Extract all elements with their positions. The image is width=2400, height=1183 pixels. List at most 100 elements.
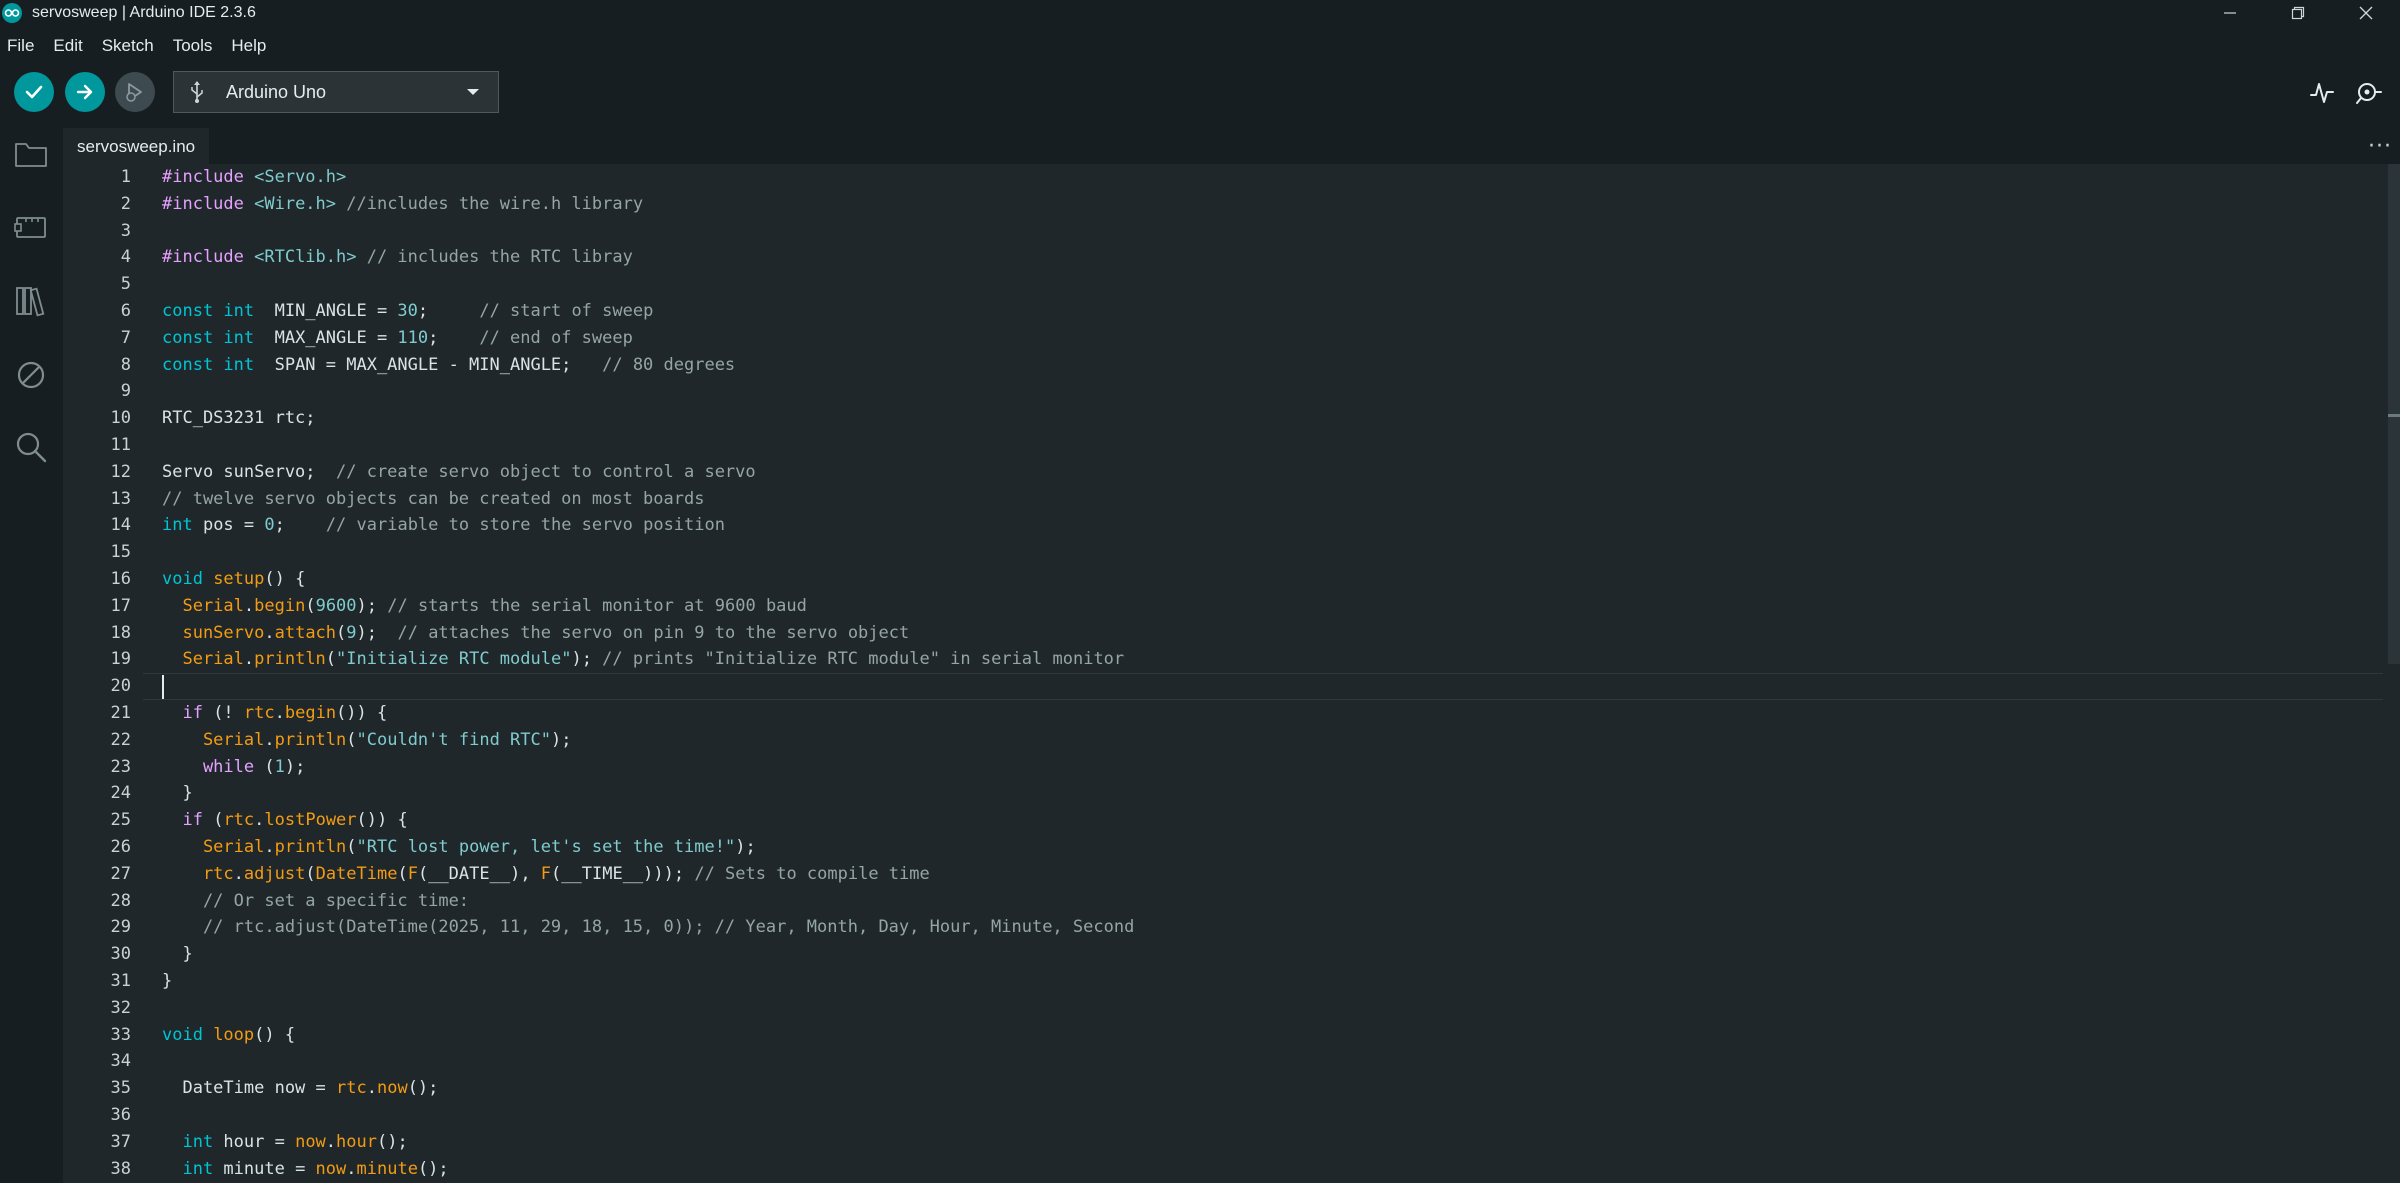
search-button[interactable] (12, 428, 50, 466)
line-number: 25 (110, 810, 131, 831)
ellipsis-icon: ··· (2368, 133, 2392, 159)
code-line: } (162, 780, 193, 807)
code-line: } (162, 968, 172, 995)
code-token: (); (377, 1131, 408, 1152)
debug-panel-button[interactable] (12, 356, 50, 394)
tab-label: servosweep.ino (77, 137, 196, 156)
code-token: } (162, 783, 193, 804)
code-token: ( (254, 756, 275, 777)
line-number-gutter: 1 2 3 4 5 6 7 8 9 10 11 12 13 14 15 16 17 18 19 20 21 22 23 24 2… (63, 164, 143, 1183)
code-token: DateTime (315, 863, 398, 884)
code-token: SPAN = MAX_ANGLE - MIN_ANGLE; (254, 354, 572, 375)
code-line: // rtc.adjust(DateTime(2025, 11, 29, 18,… (162, 914, 1134, 941)
code-token: // start of sweep (428, 301, 654, 321)
serial-monitor-button[interactable] (2354, 78, 2384, 108)
code-token: adjust (243, 863, 306, 884)
code-token: ); (356, 595, 378, 616)
menu-file[interactable]: File (7, 36, 34, 56)
code-token: rtc (336, 1078, 367, 1099)
line-number: 32 (110, 997, 131, 1018)
close-button[interactable] (2332, 0, 2400, 26)
code-line: const int MAX_ANGLE = 110; // end of swe… (162, 325, 633, 352)
line-number: 38 (110, 1158, 131, 1179)
code-token: ; (274, 515, 285, 536)
code-editor[interactable]: 1 2 3 4 5 6 7 8 9 10 11 12 13 14 15 16 17 18 19 20 21 22 23 24 2… (63, 164, 2400, 1183)
serial-plotter-button[interactable] (2307, 78, 2337, 108)
menu-help[interactable]: Help (231, 36, 266, 56)
code-token: . (264, 622, 275, 643)
upload-button[interactable] (65, 72, 105, 112)
minimize-icon (2224, 12, 2236, 14)
menu-sketch[interactable]: Sketch (102, 36, 154, 56)
line-number: 9 (120, 381, 131, 402)
sketchbook-button[interactable] (12, 135, 50, 173)
code-area[interactable]: #include <Servo.h> #include <Wire.h> //in… (162, 164, 2362, 1183)
code-token: <Wire.h> (254, 193, 337, 214)
code-token: int (162, 515, 193, 536)
code-token: println (254, 649, 326, 670)
code-token: setup (202, 569, 265, 589)
restore-icon (2291, 6, 2305, 20)
code-token: ( (305, 863, 316, 884)
code-token: attach (274, 622, 337, 643)
code-token: begin (254, 595, 306, 616)
line-number: 2 (120, 193, 131, 214)
code-token: ; (417, 301, 429, 321)
code-token: hour = (213, 1131, 296, 1152)
line-number: 31 (110, 971, 131, 991)
code-token: // attaches the servo on pin 9 to the se… (377, 622, 910, 643)
code-token: ( (305, 595, 316, 616)
code-token: // starts the serial monitor at 9600 bau… (377, 595, 807, 616)
tab-servosweep-ino[interactable]: servosweep.ino (63, 128, 210, 164)
folder-icon (15, 143, 47, 167)
line-number: 6 (120, 301, 131, 321)
minimize-button[interactable] (2196, 0, 2264, 26)
verify-button[interactable] (14, 72, 54, 112)
code-token: pos = (192, 515, 265, 536)
restore-button[interactable] (2264, 0, 2332, 26)
code-token: . (243, 595, 255, 616)
code-token: if (162, 703, 203, 723)
board-icon (14, 217, 46, 238)
code-token: ( (346, 729, 357, 750)
board-selector[interactable]: Arduino Uno (173, 71, 499, 113)
more-actions-button[interactable]: ··· (2366, 132, 2394, 160)
debug-button[interactable] (115, 72, 155, 112)
window-title: servosweep | Arduino IDE 2.3.6 (32, 4, 256, 21)
code-token: ); (356, 622, 378, 643)
code-line: int hour = now.hour(); (162, 1129, 408, 1156)
code-token: 110 (397, 327, 429, 348)
code-token: now (315, 1158, 347, 1179)
code-token: MIN_ANGLE = (254, 301, 398, 321)
text-cursor (162, 674, 164, 699)
boards-manager-button[interactable] (12, 208, 50, 246)
code-token: DateTime now = (162, 1078, 336, 1099)
line-number: 27 (110, 863, 131, 884)
line-number: 26 (110, 837, 131, 857)
library-manager-button[interactable] (12, 282, 50, 320)
menu-edit[interactable]: Edit (53, 36, 82, 56)
code-token: sunServo (162, 622, 265, 643)
search-icon (16, 432, 47, 463)
code-token: . (366, 1078, 377, 1099)
line-number: 11 (110, 435, 131, 455)
code-token: } (162, 944, 193, 965)
code-token: rtc (243, 703, 275, 723)
code-line: RTC_DS3231 rtc; (162, 405, 316, 432)
code-token: ; (428, 327, 439, 348)
code-token: #include (162, 167, 255, 187)
code-token: ); (735, 837, 756, 857)
arrow-right-icon (76, 84, 93, 100)
line-number: 24 (110, 783, 131, 804)
code-line: const int SPAN = MAX_ANGLE - MIN_ANGLE; … (162, 352, 735, 379)
menu-tools[interactable]: Tools (173, 36, 213, 56)
line-number: 16 (110, 569, 131, 589)
code-line: Serial.begin(9600); // starts the serial… (162, 593, 807, 620)
code-token: ()) { (356, 810, 408, 831)
code-line: if (! rtc.begin()) { (162, 700, 387, 727)
code-line: // Or set a specific time: (162, 888, 469, 915)
code-token: if (162, 810, 203, 831)
arduino-logo-icon (2, 3, 22, 23)
code-token: const int (162, 301, 255, 321)
vertical-scrollbar[interactable] (2388, 164, 2400, 1183)
